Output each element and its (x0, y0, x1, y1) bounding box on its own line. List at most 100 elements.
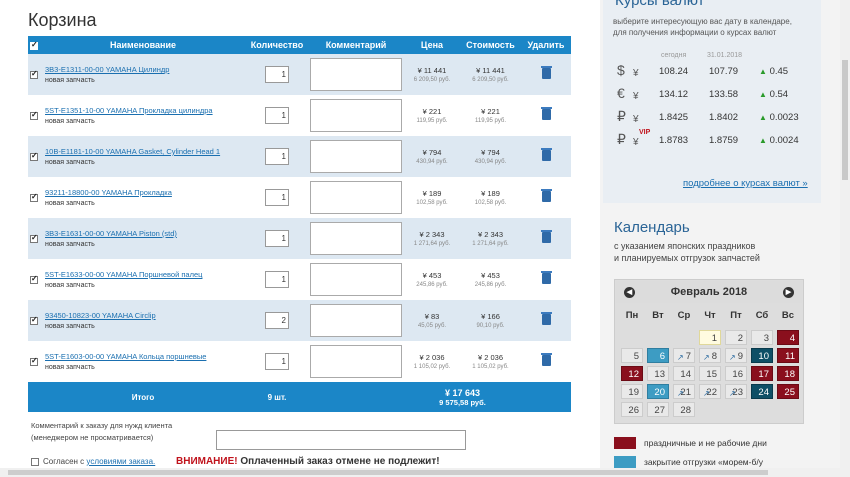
item-condition: новая запчасть (45, 323, 95, 330)
calendar-day[interactable]: 26 (621, 402, 643, 417)
prev-month-icon[interactable]: ◀ (624, 287, 635, 298)
weekday-label: Вс (781, 310, 795, 321)
item-comment-textarea[interactable] (310, 99, 402, 132)
quantity-input[interactable]: 2 (265, 312, 289, 329)
calendar-day[interactable]: 7 (673, 348, 695, 365)
horizontal-scrollbar[interactable] (0, 468, 840, 477)
calendar-day[interactable]: 5 (621, 348, 643, 363)
calendar-day[interactable]: 13 (647, 366, 669, 381)
calendar-day[interactable]: 4 (777, 330, 799, 345)
item-link[interactable]: 93450-10823-00 YAMAHA Circlip (45, 311, 246, 320)
trash-icon[interactable] (540, 353, 552, 366)
yen-symbol: ¥ (633, 91, 639, 102)
arrow-up-icon: ▲ (759, 136, 767, 145)
calendar-day[interactable]: 23 (725, 384, 747, 401)
trash-icon[interactable] (540, 230, 552, 243)
calendar-day[interactable]: 1 (699, 330, 721, 345)
item-comment-textarea[interactable] (310, 304, 402, 337)
calendar-day[interactable]: 17 (751, 366, 773, 381)
row-checkbox[interactable] (30, 233, 38, 243)
quantity-input[interactable]: 1 (265, 230, 289, 247)
item-link[interactable]: 5ST-E1351-10-00 YAMAHA Прокладка цилиндр… (45, 106, 246, 115)
row-checkbox[interactable] (30, 192, 38, 202)
row-checkbox[interactable] (30, 110, 38, 120)
item-link[interactable]: 3B3-E1311-00-00 YAMAHA Цилиндр (45, 65, 246, 74)
rates-more-link[interactable]: подробнее о курсах валют » (683, 178, 808, 189)
item-link[interactable]: 5ST-E1603-00-00 YAMAHA Кольца поршневые (45, 352, 246, 361)
row-checkbox[interactable] (30, 69, 38, 79)
total-qty: 9 шт. (246, 382, 308, 412)
calendar-day[interactable]: 9 (725, 348, 747, 365)
calendar-day[interactable]: 10 (751, 348, 773, 363)
item-comment-textarea[interactable] (310, 263, 402, 296)
calendar-day[interactable]: 25 (777, 384, 799, 399)
row-checkbox[interactable] (30, 315, 38, 325)
rate-today: 108.24 (659, 66, 689, 77)
item-link[interactable]: 93211-18800-00 YAMAHA Прокладка (45, 188, 246, 197)
quantity-input[interactable]: 1 (265, 107, 289, 124)
calendar-day[interactable]: 19 (621, 384, 643, 399)
item-comment-textarea[interactable] (310, 140, 402, 173)
calendar-day[interactable]: 21 (673, 384, 695, 401)
agree-checkbox[interactable] (31, 457, 39, 466)
weekday-label: Сб (755, 310, 769, 321)
calendar-day[interactable]: 15 (699, 366, 721, 381)
calendar-day[interactable]: 27 (647, 402, 669, 417)
rate-change: ▲ 0.45 (759, 66, 789, 77)
calendar-day[interactable]: 20 (647, 384, 669, 399)
item-link[interactable]: 10B-E1181-10-00 YAMAHA Gasket, Cylinder … (45, 147, 246, 156)
item-comment-textarea[interactable] (310, 181, 402, 214)
quantity-input[interactable]: 1 (265, 189, 289, 206)
vertical-scrollbar[interactable] (840, 0, 850, 477)
quantity-input[interactable]: 1 (265, 148, 289, 165)
header-name: Наименование (40, 36, 246, 54)
trash-icon[interactable] (540, 189, 552, 202)
rate-change: ▲ 0.0024 (759, 135, 799, 146)
item-condition: новая запчасть (45, 159, 95, 166)
calendar-day[interactable]: 16 (725, 366, 747, 381)
header-price: Цена (404, 36, 460, 54)
horizontal-scroll-thumb[interactable] (8, 470, 768, 475)
price-rub: 430,94 руб. (416, 159, 448, 165)
trash-icon[interactable] (540, 66, 552, 79)
rates-col-date: 31.01.2018 (707, 52, 743, 59)
order-comment-input[interactable] (216, 430, 466, 450)
calendar-day[interactable]: 12 (621, 366, 643, 381)
calendar-day[interactable]: 22 (699, 384, 721, 401)
quantity-input[interactable]: 1 (265, 271, 289, 288)
trash-icon[interactable] (540, 271, 552, 284)
select-all-checkbox[interactable] (28, 36, 40, 54)
item-condition: новая запчасть (45, 282, 95, 289)
row-checkbox[interactable] (30, 151, 38, 161)
trash-icon[interactable] (540, 312, 552, 325)
item-comment-textarea[interactable] (310, 58, 402, 91)
item-comment-textarea[interactable] (310, 222, 402, 255)
trash-icon[interactable] (540, 148, 552, 161)
calendar-day[interactable]: 11 (777, 348, 799, 363)
calendar-day[interactable]: 14 (673, 366, 695, 381)
quantity-input[interactable]: 1 (265, 66, 289, 83)
calendar-day[interactable]: 3 (751, 330, 773, 345)
cost-yen: ¥ 794 (481, 148, 500, 157)
calendar-day[interactable]: 18 (777, 366, 799, 381)
rate-row: ₽ ¥ VIP 1.8783 1.8759 ▲ 0.0024 (617, 129, 817, 151)
calendar-day[interactable]: 6 (647, 348, 669, 363)
calendar-day[interactable]: 24 (751, 384, 773, 399)
quantity-input[interactable]: 1 (265, 353, 289, 370)
table-row: 10B-E1181-10-00 YAMAHA Gasket, Cylinder … (28, 136, 571, 177)
trash-icon[interactable] (540, 107, 552, 120)
item-link[interactable]: 3B3-E1631-00-00 YAMAHA Piston (std) (45, 229, 246, 238)
price-rub: 119,95 руб. (416, 118, 448, 124)
vertical-scroll-thumb[interactable] (842, 60, 848, 180)
next-month-icon[interactable]: ▶ (783, 287, 794, 298)
cost-rub: 430,94 руб. (474, 159, 507, 165)
calendar-day[interactable]: 28 (673, 402, 695, 417)
row-checkbox[interactable] (30, 274, 38, 284)
item-link[interactable]: 5ST-E1633-00-00 YAMAHA Поршневой палец (45, 270, 246, 279)
row-checkbox[interactable] (30, 356, 38, 366)
terms-link[interactable]: условиями заказа. (86, 457, 155, 466)
item-comment-textarea[interactable] (310, 345, 402, 378)
calendar-day[interactable]: 2 (725, 330, 747, 345)
calendar-day[interactable]: 8 (699, 348, 721, 365)
page-title: Корзина (28, 10, 97, 30)
